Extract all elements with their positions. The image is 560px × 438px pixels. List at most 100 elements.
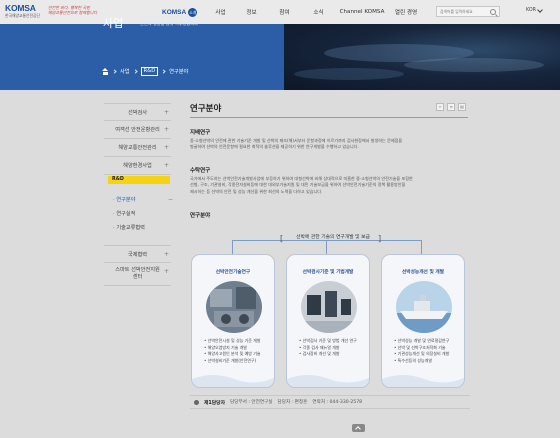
menu-info[interactable]: 정보 xyxy=(235,8,268,16)
card-item: • 선박성능 개발 및 연료절감연구 xyxy=(394,338,450,343)
ship-image xyxy=(396,281,452,333)
sidebar-item-ship-inspection[interactable]: 선박검사 + xyxy=(104,103,171,121)
sidebar-item-label: 스마트 선박안전지원센터 xyxy=(115,267,160,280)
main-content: 연구분야 xyxy=(190,102,468,114)
menu-participation[interactable]: 참여 xyxy=(268,8,301,16)
text-line: 제시하는 등 선박의 안전 및 성능 개선을 위한 최선의 노력을 다하고 있습… xyxy=(190,188,323,194)
language-selector[interactable]: KOR xyxy=(526,6,543,13)
logo-text: KOMSA xyxy=(5,3,36,13)
card-item: • 검사장비 개선 및 개발 xyxy=(299,351,340,357)
card-wave-decoration xyxy=(192,375,274,387)
page-title: 연구분야 xyxy=(190,104,222,114)
ship-equipment-image xyxy=(206,281,262,333)
breadcrumb-item-rnd[interactable]: R&D xyxy=(140,67,159,76)
contact-footer: 제1담당자 담당부서 : 안전연구실 담당자 : 편정훈 연락처 : 044-3… xyxy=(190,395,470,409)
submenu-research-results[interactable]: · 연구실적 xyxy=(113,210,145,224)
chevron-right-icon xyxy=(112,69,117,74)
card-item: • 기관성능개선 및 의장설비 개발 xyxy=(394,351,450,357)
card-item: • 선박검사 기준 및 방법 개선 연구 xyxy=(299,338,357,343)
sidebar-menu-lower: 국제협력 + 스마트 선박안전지원센터 + xyxy=(104,245,171,286)
title-divider xyxy=(190,117,468,118)
home-icon[interactable] xyxy=(102,68,109,75)
sidebar-item-label: 해양교통안전관리 xyxy=(118,145,157,151)
submenu-tech-cooperation[interactable]: · 기술교류협력 xyxy=(113,224,145,238)
diagram-title: 선박에 관한 기술의 연구개발 및 보급 xyxy=(289,233,377,240)
plus-icon: + xyxy=(163,162,169,169)
card-item: • 특수선등의 성능개발 xyxy=(394,357,433,363)
minus-icon: − xyxy=(168,196,174,203)
sidebar-item-rnd[interactable]: R&D xyxy=(108,176,170,184)
diagram-connector xyxy=(232,240,422,254)
card-wave-decoration xyxy=(287,375,369,387)
sidebar-item-label: 해양환경사업 xyxy=(123,163,152,169)
bracket-right: ] xyxy=(378,234,382,243)
contact-person: 담당자 : 편정훈 xyxy=(277,400,308,405)
breadcrumb: 사업 R&D 연구분야 xyxy=(102,67,188,76)
menu-open-management[interactable]: 열린 경영 xyxy=(388,8,424,16)
diagram-connector-center xyxy=(326,240,327,254)
card-inspection-standards: 선박검사기준 및 기법개발 • 선박검사 기준 및 방법 개선 연구 • 각종 … xyxy=(286,254,370,388)
section-heading-contract-research: 수탁연구 xyxy=(190,168,211,174)
card-ship-safety-tech: 선박안전기술연구 • 선박안전시설 및 성능 기준 개발 • 해양오염방지 기술… xyxy=(191,254,275,388)
submenu-research-field[interactable]: · 연구분야 − xyxy=(113,196,173,210)
plus-icon: + xyxy=(163,109,169,116)
logo-subtitle: 한국해양교통안전공단 xyxy=(5,13,40,18)
sidebar-item-label: 국제협력 xyxy=(127,251,148,258)
slogan: 안전한 바다, 행복한 국민 해양교통안전으로 함께합니다 xyxy=(48,5,116,15)
contact-label: 제1담당자 xyxy=(204,400,225,406)
card-item: • 선박설비기준 개발(안전연구) xyxy=(204,357,257,363)
search-input[interactable] xyxy=(437,9,489,14)
scroll-top-button[interactable] xyxy=(352,424,365,432)
sidebar-item-smart-center[interactable]: 스마트 선박안전지원센터 + xyxy=(104,263,171,286)
research-field-cards: 선박안전기술연구 • 선박안전시설 및 성능 기준 개발 • 해양오염방지 기술… xyxy=(191,254,465,388)
card-item: • 선박안전시설 및 성능 기준 개발 xyxy=(204,338,261,343)
card-items: • 선박안전시설 및 성능 기준 개발 • 해양오염방지 기술 개발 • 해양사… xyxy=(204,338,272,364)
search-icon[interactable] xyxy=(490,8,496,15)
language-label: KOR xyxy=(526,8,536,13)
section-text-own-research: 중·소형선박의 안전에 관한 기술기준 개발 및 선박의 제조(해)서부터 운항… xyxy=(190,138,468,151)
sidebar-item-marine-environment[interactable]: 해양환경사업 + xyxy=(104,157,171,175)
breadcrumb-item-research-field[interactable]: 연구분야 xyxy=(169,68,188,75)
sidebar-item-passenger-ship[interactable]: 여객선 안전운항관리 + xyxy=(104,121,171,139)
menu-news[interactable]: 소식 xyxy=(301,8,336,16)
plus-icon: + xyxy=(163,251,169,258)
chevron-right-icon xyxy=(132,69,138,74)
submenu-label: 연구분야 xyxy=(116,197,136,203)
section-heading-own-research: 지배연구 xyxy=(190,130,211,136)
sidebar-item-label: 여객선 안전운항관리 xyxy=(115,127,160,133)
card-title: 선박안전기술연구 xyxy=(215,270,251,275)
section-text-contract-research: 국가에서 주도하는 선박안전기술개발사업에 부응하기 위하여 대형선박에 비해 … xyxy=(190,176,468,195)
card-wave-decoration xyxy=(382,375,464,387)
main-menu: 사업 정보 참여 소식 Channel KOMSA 열린 경영 xyxy=(206,0,424,24)
ocean-image xyxy=(284,24,560,90)
sidebar-item-international[interactable]: 국제협력 + xyxy=(104,245,171,263)
search-box xyxy=(436,6,500,17)
komsa-logo[interactable]: KOMSA 한국해양교통안전공단 xyxy=(5,3,45,19)
bracket-left: [ xyxy=(280,234,284,243)
card-items: • 선박성능 개발 및 연료절감연구 • 선박 및 선박구조처작화 기술 • 기… xyxy=(394,338,462,364)
submenu-label: 기술교류협력 xyxy=(116,225,145,231)
banner-desc-line-2: 안전의 행동을 멈춰 이루겠습니다 xyxy=(140,21,198,26)
sidebar-submenu: · 연구분야 − · 연구실적 · 기술교류협력 xyxy=(113,196,173,238)
share-icon[interactable]: ‹› xyxy=(436,103,444,111)
page-tools: ‹› ∞ ▤ xyxy=(436,103,466,111)
menu-channel[interactable]: Channel KOMSA xyxy=(336,9,388,15)
sidebar-menu: 선박검사 + 여객선 안전운항관리 + 해양교통안전관리 + 해양환경사업 + xyxy=(104,103,171,175)
banner-title-area xyxy=(0,24,284,90)
sidebar-item-maritime-traffic[interactable]: 해양교통안전관리 + xyxy=(104,139,171,157)
contact-phone: 연락처 : 044-330-2578 xyxy=(312,400,363,405)
card-item: • 해양사고원인 분석 및 예방 기술 xyxy=(204,351,261,357)
link-icon[interactable]: ∞ xyxy=(447,103,455,111)
chevron-right-icon xyxy=(161,69,166,74)
contact-icon xyxy=(194,399,199,405)
card-items: • 선박검사 기준 및 방법 개선 연구 • 각종 검사 매뉴얼 개발 • 검사… xyxy=(299,338,367,358)
section-heading-research-field: 연구분야 xyxy=(190,213,211,219)
plus-icon: + xyxy=(163,144,169,151)
breadcrumb-item-business[interactable]: 사업 xyxy=(120,68,130,75)
plus-icon: + xyxy=(163,268,169,275)
page-banner xyxy=(0,24,560,90)
inspection-equipment-image xyxy=(301,281,357,333)
submenu-label: 연구실적 xyxy=(116,211,136,217)
print-icon[interactable]: ▤ xyxy=(458,103,466,111)
chevron-down-icon xyxy=(537,6,543,13)
